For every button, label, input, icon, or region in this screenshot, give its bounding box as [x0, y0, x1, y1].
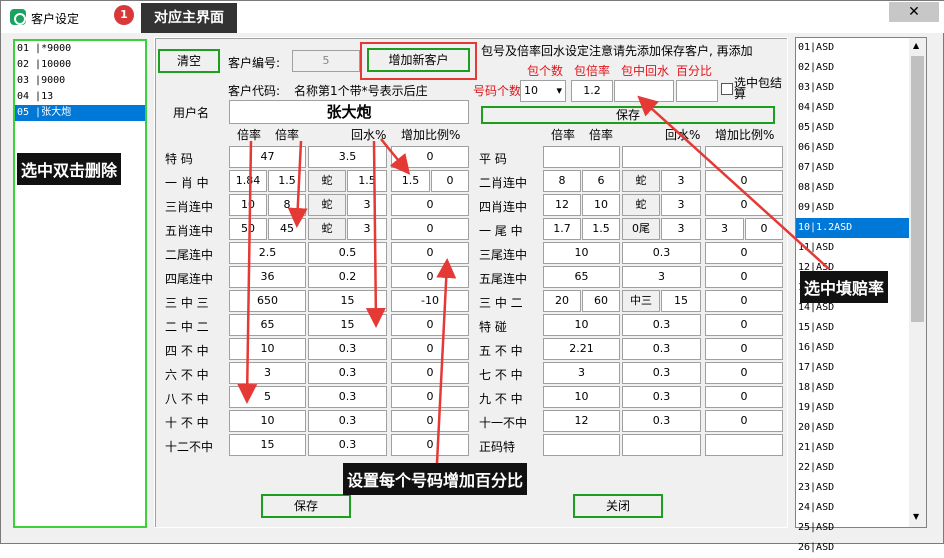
- arrow-pack-rate: [637, 95, 830, 270]
- annotation-arrows: [237, 95, 830, 464]
- arrow-rate2-column: [287, 140, 308, 228]
- client-settings-window: 客户设定 1 对应主界面 ✕ 01 |*9000 02 |10000 03 |900…: [0, 0, 944, 553]
- arrow-rate-column: [237, 140, 258, 404]
- arrow-rebate-column: [365, 140, 386, 328]
- arrow-increase-column: [435, 258, 457, 464]
- arrow-increase-one: [380, 138, 411, 175]
